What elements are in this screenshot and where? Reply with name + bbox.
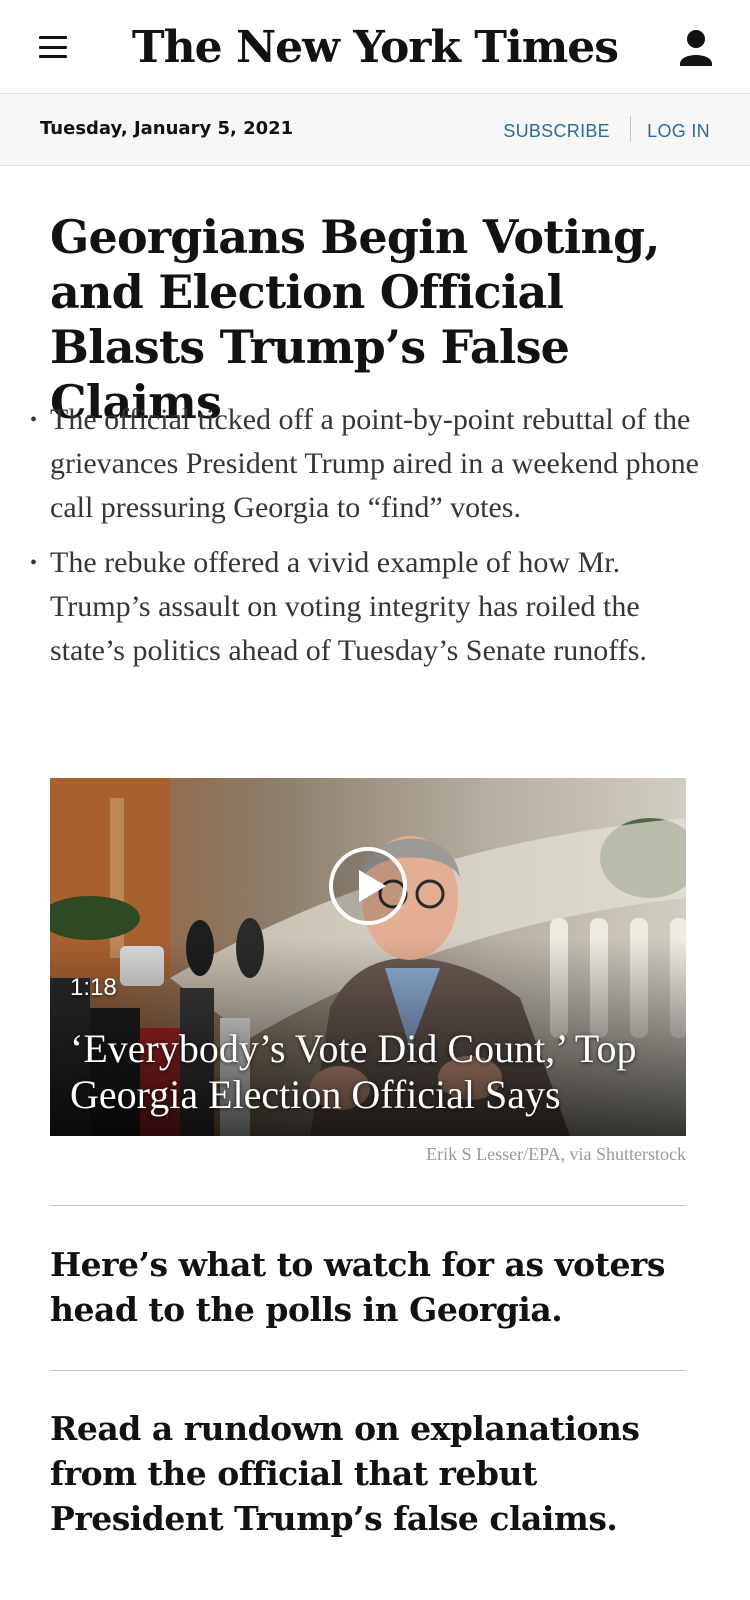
summary-item: • The official ticked off a point-by-poi…	[30, 398, 700, 530]
login-link[interactable]: LOG IN	[647, 121, 710, 142]
current-date: Tuesday, January 5, 2021	[40, 118, 294, 139]
related-link[interactable]: Read a rundown on explanations from the …	[50, 1406, 686, 1541]
divider	[50, 1205, 686, 1206]
summary-text: The rebuke offered a vivid example of ho…	[50, 546, 647, 667]
divider	[630, 116, 631, 142]
video-player[interactable]: 1:18 ‘Everybody’s Vote Did Count,’ Top G…	[50, 778, 686, 1136]
play-icon[interactable]	[328, 846, 408, 926]
bullet-icon: •	[30, 409, 38, 431]
summary-item: • The rebuke offered a vivid example of …	[30, 541, 700, 673]
photo-credit: Erik S Lesser/EPA, via Shutterstock	[426, 1144, 686, 1164]
summary-text: The official ticked off a point-by-point…	[50, 403, 699, 524]
nyt-logo[interactable]: The New York Times	[0, 18, 750, 78]
date-bar: Tuesday, January 5, 2021 SUBSCRIBE LOG I…	[0, 94, 750, 166]
bullet-icon: •	[30, 552, 38, 574]
user-icon[interactable]	[678, 28, 714, 68]
masthead: The New York Times	[0, 0, 750, 94]
video-title[interactable]: ‘Everybody’s Vote Did Count,’ Top Georgi…	[70, 1026, 670, 1118]
article-summary: • The official ticked off a point-by-poi…	[30, 398, 700, 684]
video-duration: 1:18	[70, 974, 117, 1001]
related-link[interactable]: Here’s what to watch for as voters head …	[50, 1242, 686, 1332]
article-headline[interactable]: Georgians Begin Voting, and Election Off…	[50, 210, 710, 430]
divider	[50, 1370, 686, 1371]
subscribe-link[interactable]: SUBSCRIBE	[503, 121, 610, 142]
